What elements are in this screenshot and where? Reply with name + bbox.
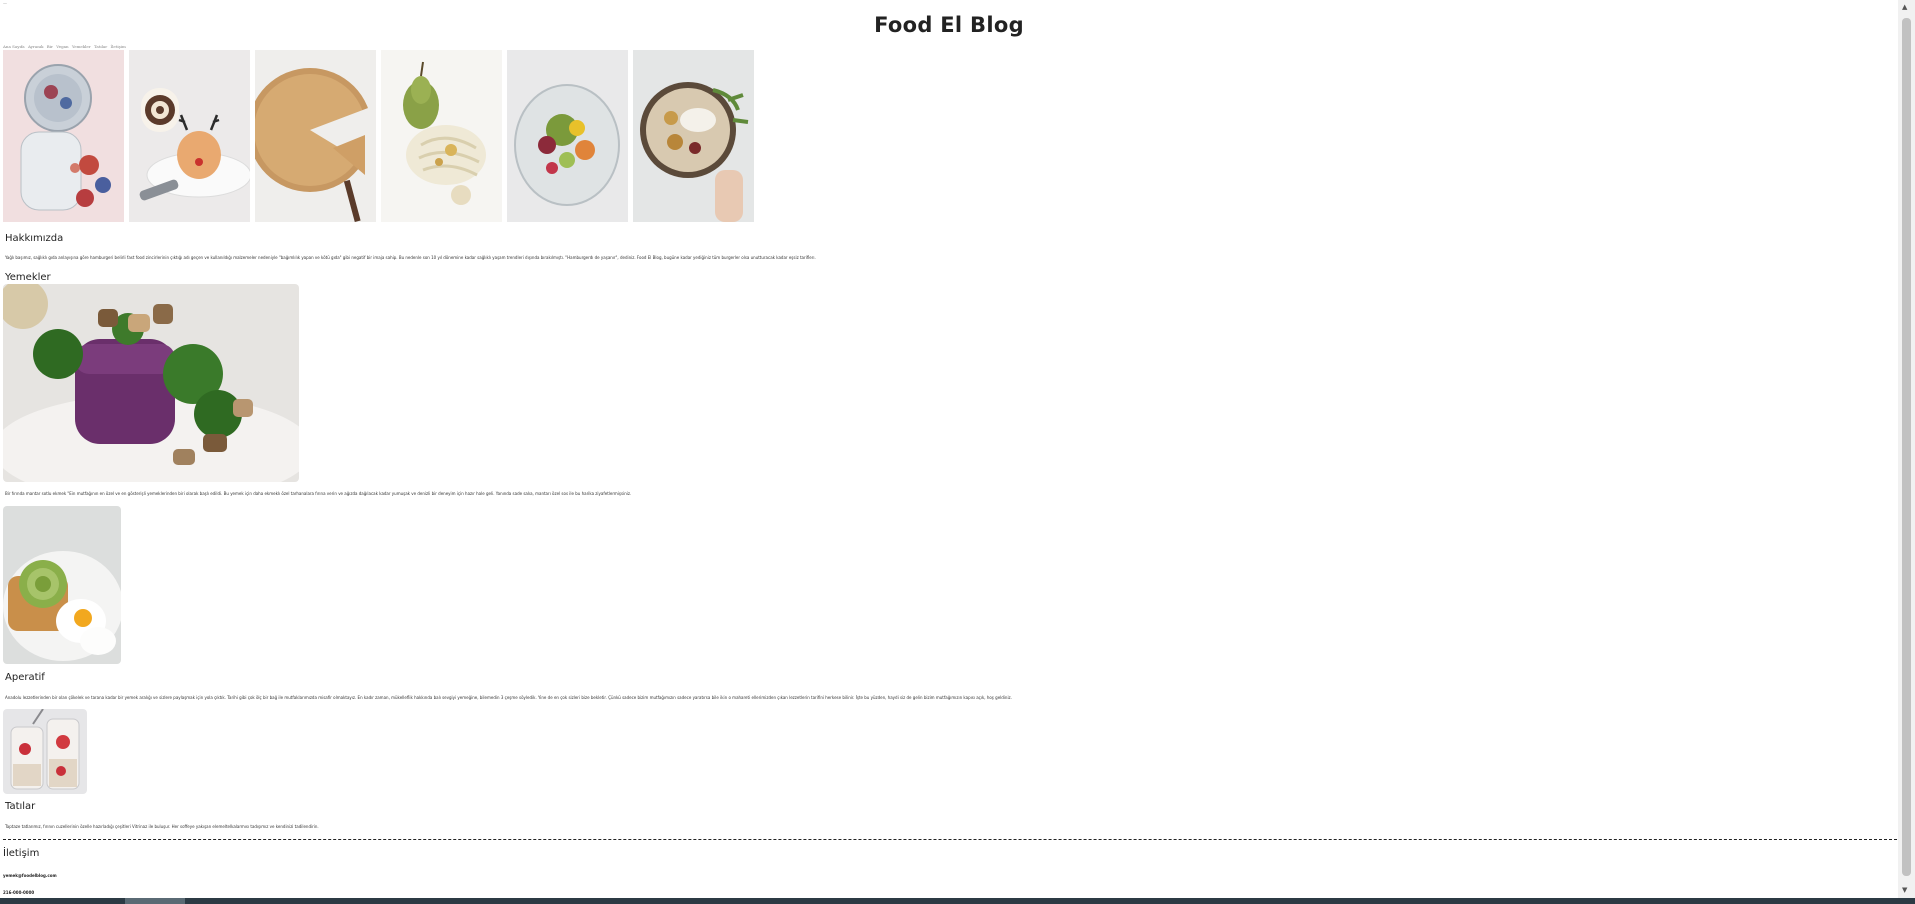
- nav-item-home[interactable]: Ana Sayıfa: [3, 44, 25, 49]
- photo-gallery: [3, 50, 754, 222]
- vertical-scrollbar[interactable]: ▲ ▼: [1898, 0, 1915, 898]
- scrollbar-thumb[interactable]: [1902, 18, 1911, 876]
- appetizer-text: Anadolu lezzetlerinden bir olan çökelek …: [5, 695, 1012, 700]
- contact-heading: İletişim: [3, 848, 40, 859]
- about-text: Yağlı başımız, sağlıklı gıda anlayışına …: [5, 255, 816, 260]
- nav-item-ayranik[interactable]: Ayranık: [28, 44, 44, 49]
- taskbar-active-item[interactable]: [125, 898, 185, 904]
- contact-email[interactable]: yemek@foodelblog.com: [3, 873, 57, 878]
- berries-jar-photo[interactable]: [3, 50, 124, 222]
- meals-heading: Yemekler: [5, 272, 51, 283]
- desserts-text: Taptaze tatlarımız, fırının cuzellerinin…: [5, 824, 319, 829]
- corner-mark: —: [3, 1, 7, 6]
- salad-bowl-photo[interactable]: [507, 50, 628, 222]
- page: — Food El Blog Ana Sayıfa Ayranık Bir Ve…: [0, 0, 1898, 898]
- nav-item-vegan[interactable]: Vegan: [56, 44, 68, 49]
- appetizer-heading: Aperatif: [5, 672, 45, 683]
- nav-item-meals[interactable]: Yemekler: [72, 44, 91, 49]
- strawberry-yogurt-photo[interactable]: [3, 709, 87, 794]
- taskbar: [0, 898, 1915, 904]
- scroll-down-icon[interactable]: ▼: [1902, 886, 1907, 894]
- purple-mash-photo[interactable]: [3, 284, 299, 482]
- site-title: Food El Blog: [874, 13, 1024, 37]
- nav-item-contact[interactable]: İletişim: [111, 44, 126, 49]
- about-heading: Hakkımızda: [5, 233, 64, 244]
- nav-item-desserts[interactable]: Tatılar: [94, 44, 107, 49]
- avocado-toast-photo[interactable]: [3, 506, 121, 664]
- scroll-up-icon[interactable]: ▲: [1902, 3, 1907, 11]
- contact-phone[interactable]: 216-000-0000: [3, 890, 34, 895]
- nav-item-bir[interactable]: Bir: [47, 44, 53, 49]
- reindeer-dessert-photo[interactable]: [129, 50, 250, 222]
- nav-menu: Ana Sayıfa Ayranık Bir Vegan Yemekler Ta…: [3, 44, 128, 49]
- desserts-heading: Tatılar: [5, 801, 36, 812]
- yogurt-bowl-photo[interactable]: [633, 50, 754, 222]
- pie-slice-photo[interactable]: [255, 50, 376, 222]
- meals-text: Bir fırında mantar sotlu ekmek "Ein mutf…: [5, 491, 632, 496]
- footer-divider: [3, 839, 1897, 840]
- pear-pasta-photo[interactable]: [381, 50, 502, 222]
